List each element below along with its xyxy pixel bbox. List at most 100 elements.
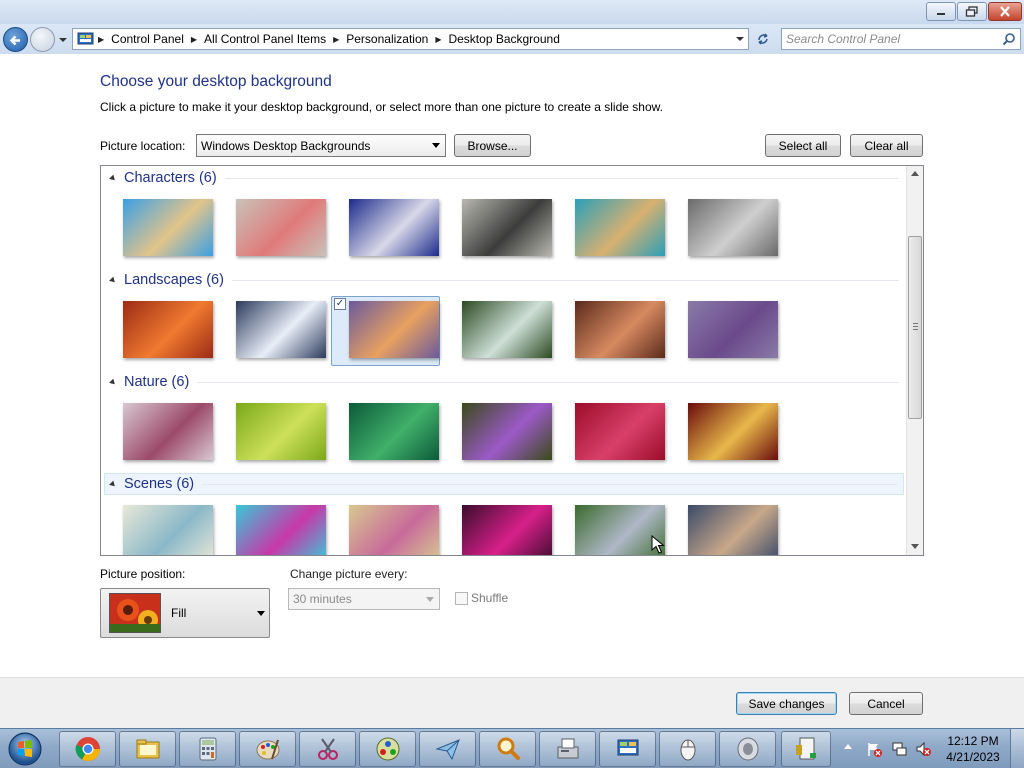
taskbar-app-calculator[interactable] — [179, 731, 236, 767]
wallpaper-thumbnail[interactable] — [575, 403, 665, 460]
taskbar-app-control-panel[interactable] — [599, 731, 656, 767]
group-divider — [197, 381, 899, 383]
breadcrumb-separator[interactable]: ▶ — [188, 35, 200, 44]
action-center-icon[interactable] — [866, 741, 882, 757]
wallpaper-thumbnail[interactable] — [462, 403, 552, 460]
title-bar — [0, 0, 1024, 24]
group-divider — [202, 483, 897, 485]
taskbar-app-file-viewer[interactable] — [781, 731, 831, 767]
wallpaper-thumbnail[interactable] — [123, 403, 213, 460]
gallery-content: Characters (6) Landscapes (6) ✓ Nature (6) S… — [101, 166, 906, 555]
taskbar-app-mail-send[interactable] — [419, 731, 476, 767]
breadcrumb-separator[interactable]: ▶ — [95, 35, 107, 44]
select-all-button[interactable]: Select all — [765, 134, 841, 157]
show-hidden-icons-button[interactable] — [844, 744, 852, 749]
paint-icon — [256, 739, 279, 760]
start-button[interactable] — [3, 730, 47, 768]
breadcrumb[interactable]: ▶ Control Panel ▶ All Control Panel Item… — [72, 28, 749, 50]
wallpaper-thumbnail[interactable] — [236, 301, 326, 358]
group-header-scenes[interactable]: Scenes (6) — [104, 473, 904, 495]
forward-button[interactable] — [30, 27, 55, 52]
browse-button[interactable]: Browse... — [454, 134, 531, 157]
wallpaper-thumbnail[interactable] — [236, 505, 326, 555]
taskbar-app-folder[interactable] — [119, 731, 176, 767]
wallpaper-thumbnail[interactable] — [462, 505, 552, 555]
group-label: Landscapes (6) — [124, 272, 224, 288]
wallpaper-thumbnail[interactable] — [123, 301, 213, 358]
volume-muted-icon[interactable] — [915, 741, 931, 757]
wallpaper-thumbnail[interactable] — [688, 199, 778, 256]
wallpaper-thumbnail[interactable] — [462, 199, 552, 256]
taskbar-app-chrome[interactable] — [59, 731, 116, 767]
clock-time[interactable]: 12:12 PM — [940, 734, 1006, 748]
restore-button[interactable] — [957, 2, 987, 21]
search-icon[interactable] — [1002, 32, 1016, 46]
breadcrumb-personalization[interactable]: Personalization — [342, 32, 432, 46]
wallpaper-thumbnail[interactable] — [462, 301, 552, 358]
thumbnail-checkbox[interactable]: ✓ — [334, 298, 346, 310]
breadcrumb-desktop-background[interactable]: Desktop Background — [444, 32, 563, 46]
wallpaper-thumbnail[interactable] — [349, 403, 439, 460]
wallpaper-thumbnail[interactable] — [575, 199, 665, 256]
taskbar-app-snipping-tool[interactable] — [299, 731, 356, 767]
back-arrow-icon — [9, 35, 20, 46]
collapse-arrow-icon[interactable] — [109, 276, 117, 284]
wallpaper-thumbnail[interactable] — [688, 301, 778, 358]
minimize-button[interactable] — [926, 2, 956, 21]
group-header-characters[interactable]: Characters (6) — [105, 167, 905, 189]
breadcrumb-separator[interactable]: ▶ — [330, 35, 342, 44]
group-header-nature[interactable]: Nature (6) — [105, 371, 905, 393]
scroll-down-arrow-icon[interactable] — [911, 544, 919, 549]
wallpaper-gallery[interactable]: Characters (6) Landscapes (6) ✓ Nature (6) S… — [100, 165, 924, 556]
wallpaper-thumbnail[interactable] — [123, 505, 213, 555]
wallpaper-thumbnail[interactable] — [575, 301, 665, 358]
search-input[interactable] — [786, 31, 996, 47]
restore-icon — [965, 6, 978, 17]
picture-position-select[interactable]: Fill — [100, 588, 270, 638]
taskbar-app-paint[interactable] — [239, 731, 296, 767]
wallpaper-thumbnail[interactable] — [349, 505, 439, 555]
close-icon — [1000, 6, 1010, 17]
taskbar-app-speaker[interactable] — [719, 731, 776, 767]
close-button[interactable] — [988, 2, 1022, 21]
change-interval-select[interactable]: 30 minutes — [288, 588, 440, 610]
breadcrumb-separator[interactable]: ▶ — [432, 35, 444, 44]
network-icon[interactable] — [891, 741, 907, 757]
picture-location-select[interactable]: Windows Desktop Backgrounds — [196, 134, 446, 157]
cancel-button[interactable]: Cancel — [849, 692, 923, 715]
recent-pages-button[interactable] — [57, 34, 69, 46]
clock-date[interactable]: 4/21/2023 — [940, 750, 1006, 764]
scroll-thumb[interactable] — [908, 236, 922, 419]
group-header-landscapes[interactable]: Landscapes (6) — [105, 269, 905, 291]
wallpaper-thumbnail[interactable] — [236, 403, 326, 460]
collapse-arrow-icon[interactable] — [109, 480, 117, 488]
refresh-button[interactable] — [751, 28, 775, 50]
taskbar-app-game[interactable] — [359, 731, 416, 767]
scroll-up-arrow-icon[interactable] — [911, 171, 919, 176]
breadcrumb-all-items[interactable]: All Control Panel Items — [200, 32, 330, 46]
wallpaper-thumbnail[interactable] — [349, 199, 439, 256]
wallpaper-thumbnail[interactable] — [688, 505, 778, 555]
wallpaper-thumbnail[interactable] — [349, 301, 439, 358]
minimize-icon — [937, 12, 945, 15]
collapse-arrow-icon[interactable] — [109, 174, 117, 182]
group-label: Scenes (6) — [124, 476, 195, 492]
vertical-scrollbar[interactable] — [906, 166, 923, 555]
back-button[interactable] — [3, 27, 28, 52]
wallpaper-thumbnail[interactable] — [123, 199, 213, 256]
address-dropdown-button[interactable] — [734, 33, 746, 45]
show-desktop-button[interactable] — [1010, 729, 1024, 768]
search-box[interactable] — [781, 28, 1021, 50]
group-divider — [231, 279, 899, 281]
wallpaper-thumbnail[interactable] — [236, 199, 326, 256]
taskbar-app-magnifier[interactable] — [479, 731, 536, 767]
collapse-arrow-icon[interactable] — [109, 378, 117, 386]
breadcrumb-control-panel[interactable]: Control Panel — [107, 32, 188, 46]
picture-location-label: Picture location: — [100, 139, 186, 153]
wallpaper-thumbnail[interactable] — [688, 403, 778, 460]
clear-all-button[interactable]: Clear all — [850, 134, 923, 157]
taskbar-app-fax[interactable] — [539, 731, 596, 767]
shuffle-checkbox[interactable] — [455, 592, 468, 605]
save-changes-button[interactable]: Save changes — [736, 692, 837, 715]
taskbar-app-mouse[interactable] — [659, 731, 716, 767]
